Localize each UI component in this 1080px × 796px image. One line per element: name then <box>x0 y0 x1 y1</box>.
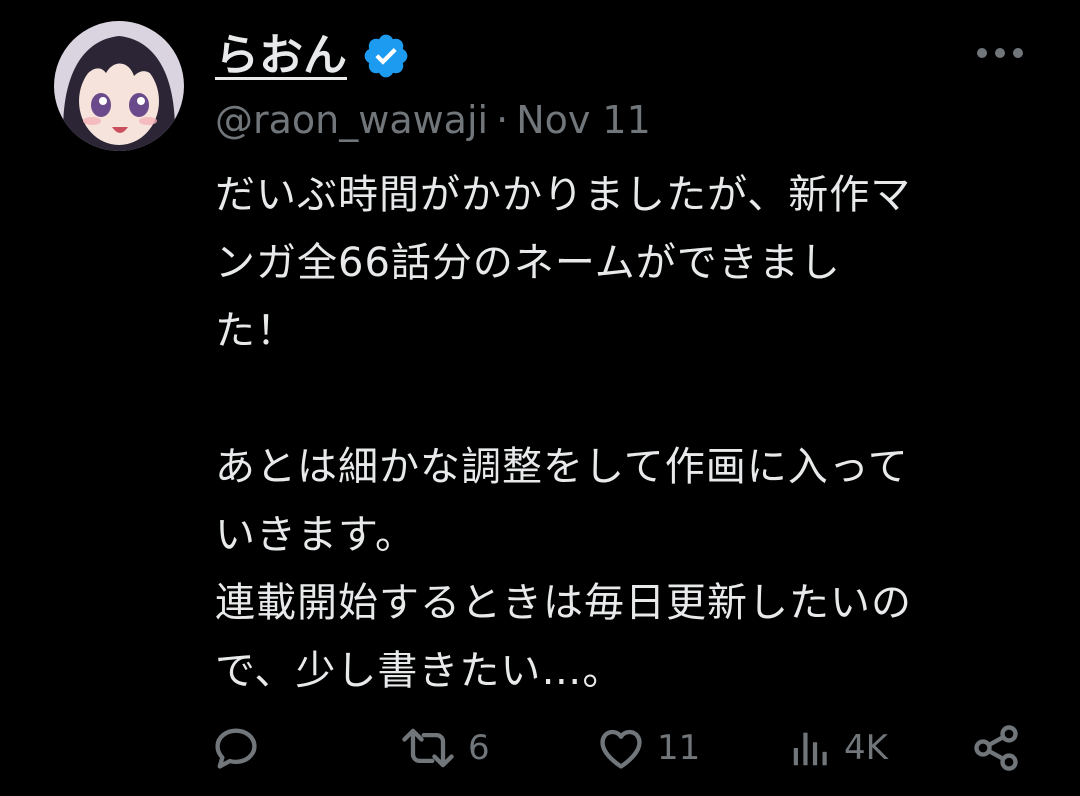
tweet-text-line: いきます。 <box>215 512 416 558</box>
avatar[interactable] <box>54 21 184 151</box>
views-count: 4K <box>844 728 888 768</box>
meta-separator: · <box>496 98 509 142</box>
heart-icon <box>600 729 642 769</box>
views-icon <box>793 732 827 766</box>
author-row: らおん <box>215 26 411 86</box>
tweet-text-line: 連載開始するときは毎日更新したいの <box>215 580 912 626</box>
share-button[interactable] <box>970 718 1022 778</box>
author-display-name[interactable]: らおん <box>215 34 347 78</box>
reply-icon <box>215 728 257 769</box>
retweet-button[interactable]: 6 <box>398 718 490 778</box>
more-options-button[interactable] <box>972 38 1028 68</box>
author-handle[interactable]: @raon_wawaji <box>215 98 488 142</box>
tweet-meta: @raon_wawaji · Nov 11 <box>215 96 651 144</box>
tweet-text-line: ンガ全66話分のネームができまし <box>215 240 841 286</box>
more-icon <box>977 48 1023 58</box>
tweet-text-line: で、少し書きたい…。 <box>215 648 624 694</box>
tweet-date[interactable]: Nov 11 <box>516 98 651 142</box>
reply-button[interactable] <box>210 718 272 778</box>
like-button[interactable]: 11 <box>595 718 700 778</box>
tweet-action-bar: 6 11 4K <box>210 718 1030 778</box>
verified-badge-icon[interactable] <box>361 31 411 81</box>
tweet-text-line: だいぶ時間がかかりましたが、新作マ <box>215 172 912 218</box>
retweet-count: 6 <box>468 728 490 768</box>
tweet-text-line: た！ <box>215 308 297 354</box>
share-icon <box>974 725 1018 771</box>
views-button[interactable]: 4K <box>788 718 888 778</box>
retweet-icon <box>402 728 454 768</box>
avatar-anime-girl-icon <box>54 21 184 151</box>
tweet-text: だいぶ時間がかかりましたが、新作マ ンガ全66話分のネームができまし た！ あと… <box>215 161 1045 705</box>
like-count: 11 <box>657 728 701 768</box>
tweet-text-line: あとは細かな調整をして作画に入って <box>215 444 909 490</box>
